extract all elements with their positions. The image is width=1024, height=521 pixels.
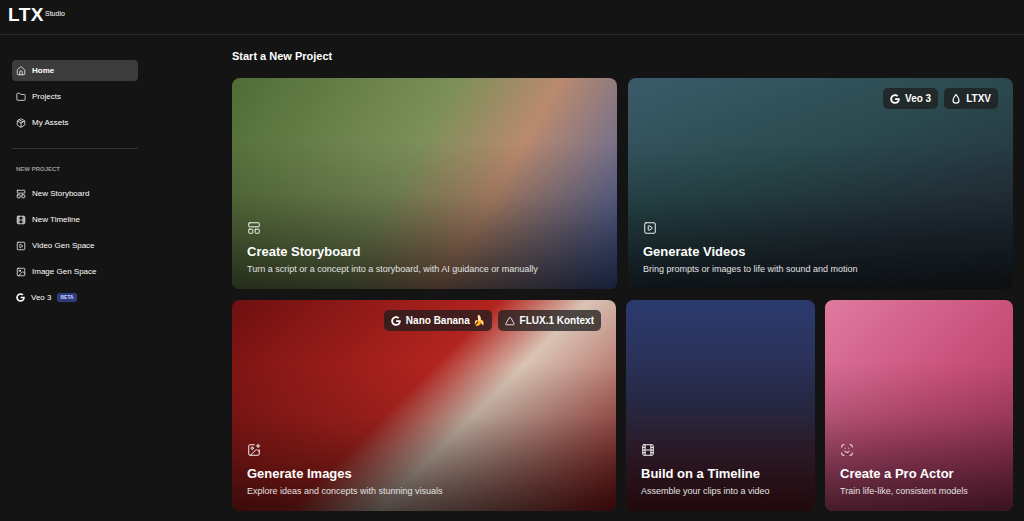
triangle-icon <box>505 316 515 326</box>
top-bar: LTXStudio <box>0 0 1024 35</box>
card-icon <box>641 443 655 457</box>
model-badge: Veo 3 <box>883 88 938 109</box>
project-card[interactable]: Create Storyboard Turn a script or a conc… <box>232 78 617 289</box>
project-card[interactable]: Build on a Timeline Assemble your clips i… <box>626 300 815 511</box>
logo[interactable]: LTXStudio <box>8 5 65 25</box>
sidebar-item[interactable]: Veo 3BETA <box>12 287 138 308</box>
card-subtitle: Assemble your clips into a video <box>641 485 800 497</box>
badge-row: Veo 3 LTXV <box>643 88 998 109</box>
project-card[interactable]: Nano Banana 🍌 FLUX.1 Kontext Generate Imag… <box>232 300 616 511</box>
card-subtitle: Turn a script or a concept into a storyb… <box>247 263 602 275</box>
sidebar-item[interactable]: New Timeline <box>12 209 138 230</box>
divider <box>12 148 138 149</box>
google-icon <box>391 316 401 326</box>
badge-row: Nano Banana 🍌 FLUX.1 Kontext <box>247 310 601 331</box>
sidebar-item[interactable]: Projects <box>12 86 138 107</box>
google-icon <box>16 293 25 302</box>
nav-icon <box>16 118 26 128</box>
badge-row <box>840 310 998 330</box>
card-subtitle: Explore ideas and concepts with stunning… <box>247 485 601 497</box>
app: LTXStudio Home Projects My Assets NEW PROJEC… <box>0 0 1024 521</box>
beta-badge: BETA <box>57 293 76 303</box>
page-title: Start a New Project <box>232 50 1013 63</box>
sidebar-item[interactable]: New Storyboard <box>12 183 138 204</box>
card-title: Build on a Timeline <box>641 465 800 482</box>
google-icon <box>890 94 900 104</box>
main-content: Start a New Project Create Storyboard Turn… <box>150 35 1024 521</box>
project-card[interactable]: Veo 3 LTXV Generate Videos Bring prompts or… <box>628 78 1013 289</box>
nav-icon <box>16 267 26 277</box>
nav-icon <box>16 92 26 102</box>
nav-icon <box>16 189 26 199</box>
project-card[interactable]: Create a Pro Actor Train life-like, consi… <box>825 300 1013 511</box>
model-badge: Nano Banana 🍌 <box>384 310 492 331</box>
ltxv-icon <box>951 94 961 104</box>
sidebar-item[interactable]: Home <box>12 60 138 81</box>
model-badge: FLUX.1 Kontext <box>498 310 601 331</box>
card-icon <box>247 443 261 457</box>
card-subtitle: Bring prompts or images to life with sou… <box>643 263 998 275</box>
card-subtitle: Train life-like, consistent models <box>840 485 998 497</box>
card-title: Create Storyboard <box>247 243 602 260</box>
nav-icon <box>16 66 26 76</box>
nav-icon <box>16 215 26 225</box>
sidebar-item[interactable]: Video Gen Space <box>12 235 138 256</box>
card-title: Create a Pro Actor <box>840 465 998 482</box>
card-icon <box>840 443 854 457</box>
card-icon <box>643 221 657 235</box>
section-label: NEW PROJECT <box>12 165 138 174</box>
nav-icon <box>16 241 26 251</box>
badge-row <box>641 310 800 330</box>
sidebar-item[interactable]: My Assets <box>12 112 138 133</box>
card-title: Generate Images <box>247 465 601 482</box>
sidebar: Home Projects My Assets NEW PROJECT New Stor… <box>0 35 150 521</box>
card-icon <box>247 221 261 235</box>
model-badge: LTXV <box>944 88 998 109</box>
badge-row <box>247 88 602 108</box>
card-title: Generate Videos <box>643 243 998 260</box>
sidebar-item[interactable]: Image Gen Space <box>12 261 138 282</box>
